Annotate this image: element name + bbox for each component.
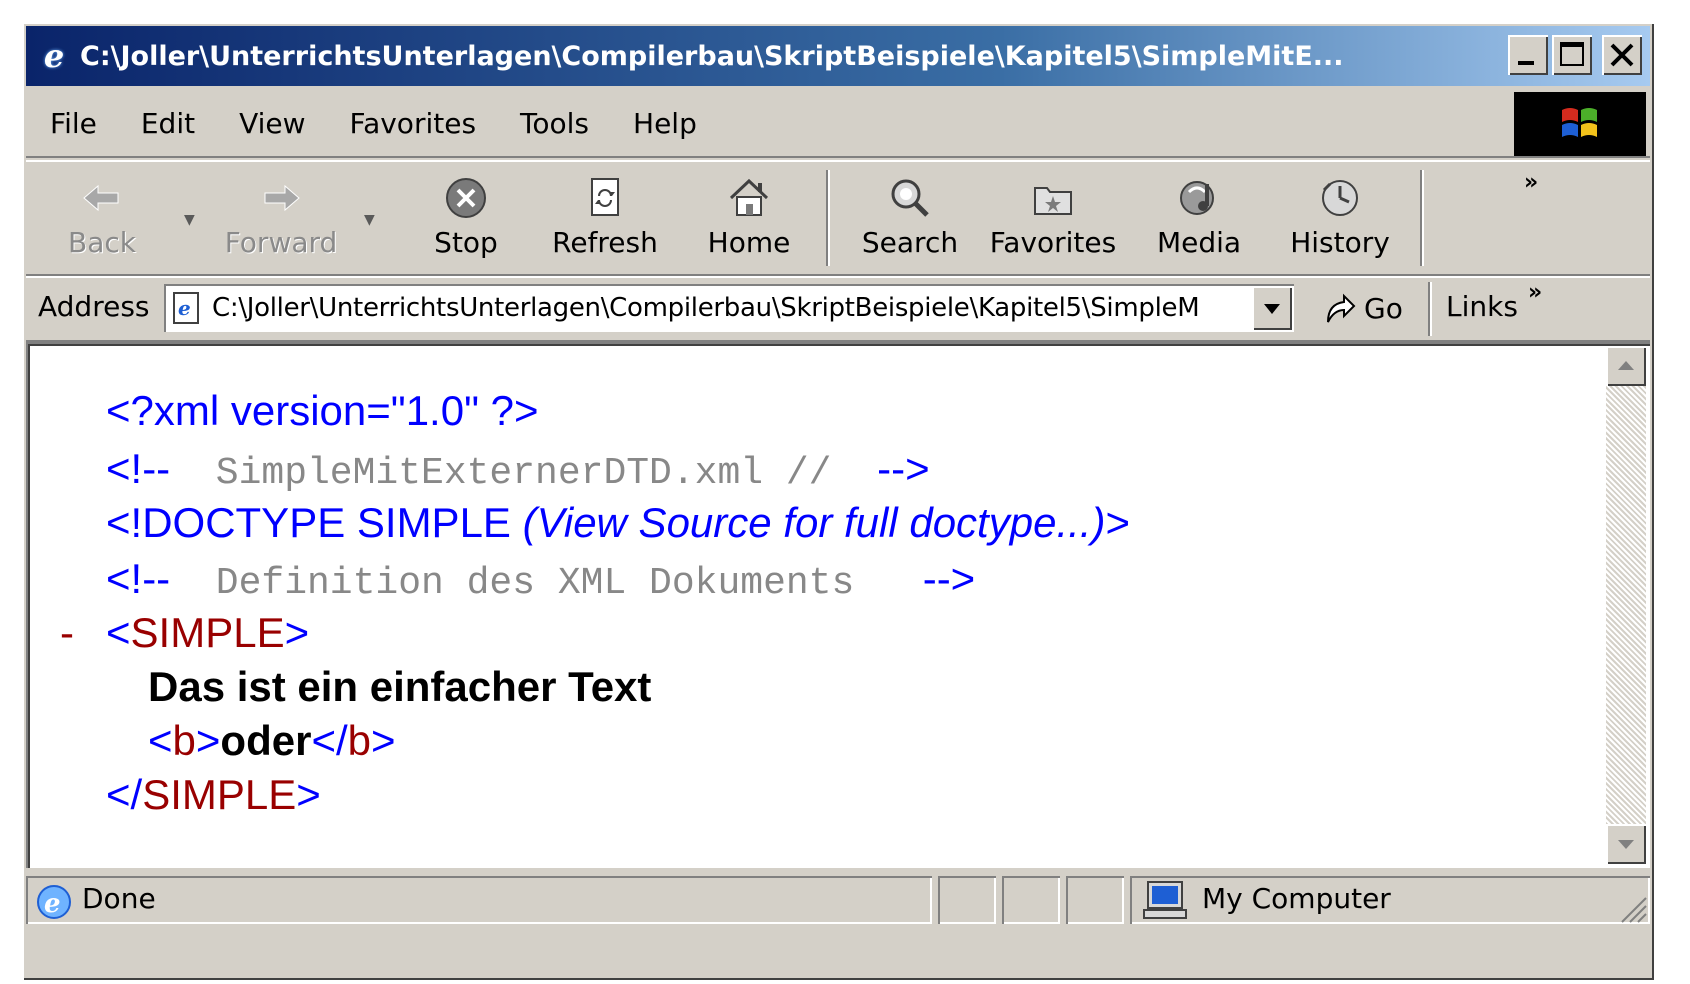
close-icon [1610, 43, 1634, 67]
maximize-icon [1560, 42, 1584, 66]
search-button[interactable]: Search [860, 174, 960, 270]
menu-view[interactable]: View [239, 107, 305, 140]
minimize-button[interactable] [1508, 35, 1548, 75]
refresh-icon [591, 178, 619, 216]
close-button[interactable] [1602, 35, 1642, 75]
stop-button[interactable]: Stop [426, 174, 506, 270]
forward-label: Forward [224, 226, 338, 259]
links-button[interactable]: Links [1446, 290, 1518, 323]
favorites-folder-icon [1034, 187, 1072, 215]
status-panel [1002, 876, 1060, 924]
status-panel [1066, 876, 1124, 924]
window-controls [1508, 35, 1642, 75]
zone-text: My Computer [1202, 882, 1391, 915]
status-panel [938, 876, 996, 924]
svg-text:e: e [178, 296, 191, 320]
links-more-chevron-icon[interactable]: » [1528, 280, 1542, 305]
stop-icon [446, 178, 486, 218]
menu-help[interactable]: Help [633, 107, 697, 140]
maximize-button[interactable] [1552, 35, 1592, 75]
menu-favorites[interactable]: Favorites [350, 107, 476, 140]
home-button[interactable]: Home [706, 174, 792, 270]
windows-logo-icon [1514, 92, 1646, 156]
title-bar[interactable]: e C:\Joller\UnterrichtsUnterlagen\Compil… [26, 26, 1650, 86]
xml-comment-filename: <!-- SimpleMitExternerDTD.xml // --> [106, 445, 930, 495]
resize-grip-icon[interactable] [1616, 892, 1648, 924]
stop-label: Stop [434, 226, 498, 259]
go-button[interactable]: Go [1322, 284, 1403, 332]
back-dropdown-icon[interactable]: ▼ [184, 212, 195, 228]
chevron-down-icon [1264, 304, 1280, 314]
ie-logo-icon: e [43, 37, 65, 75]
xml-comment-definition: <!-- Definition des XML Dokuments --> [106, 555, 976, 605]
page-content: <?xml version="1.0" ?> <!-- SimpleMitExt… [26, 342, 1650, 868]
home-icon [729, 178, 769, 216]
menu-edit[interactable]: Edit [141, 107, 195, 140]
scroll-down-button[interactable] [1606, 824, 1646, 864]
media-button[interactable]: Media [1154, 174, 1244, 270]
xml-doctype: <!DOCTYPE SIMPLE (View Source for full d… [106, 499, 1130, 546]
svg-text:e: e [44, 889, 61, 919]
refresh-button[interactable]: Refresh [550, 174, 660, 270]
xml-text-node: Das ist ein einfacher Text [148, 663, 652, 710]
favorites-button[interactable]: Favorites [988, 174, 1118, 270]
history-icon [1322, 180, 1358, 216]
vertical-scrollbar[interactable] [1606, 346, 1646, 864]
back-label: Back [68, 226, 136, 259]
address-label: Address [38, 290, 150, 323]
go-label: Go [1364, 291, 1403, 325]
status-text: Done [82, 882, 156, 915]
toolbar-more-chevron-icon[interactable]: » [1524, 170, 1538, 195]
history-button[interactable]: History [1288, 174, 1392, 270]
xml-collapse-toggle[interactable]: - [60, 608, 74, 657]
address-input[interactable]: e C:\Joller\UnterrichtsUnterlagen\Compil… [164, 284, 1294, 332]
menu-bar: File Edit View Favorites Tools Help [26, 90, 1650, 158]
back-button[interactable]: Back [62, 174, 142, 270]
browser-window: e C:\Joller\UnterrichtsUnterlagen\Compil… [22, 22, 1654, 980]
history-label: History [1290, 226, 1390, 259]
chevron-down-icon [1618, 840, 1634, 849]
window-title: C:\Joller\UnterrichtsUnterlagen\Compiler… [80, 40, 1344, 72]
search-label: Search [861, 226, 959, 259]
status-bar: e Done My Computer [26, 872, 1650, 928]
xml-simple-open-tag: <SIMPLE> [106, 609, 310, 656]
address-value: C:\Joller\UnterrichtsUnterlagen\Compiler… [212, 293, 1200, 323]
go-arrow-icon [1327, 293, 1356, 323]
media-icon [1180, 181, 1214, 215]
menu-file[interactable]: File [50, 107, 97, 140]
address-bar: Address e C:\Joller\UnterrichtsUnterlage… [26, 276, 1650, 342]
xml-simple-close-tag: </SIMPLE> [106, 771, 321, 818]
menu-tools[interactable]: Tools [520, 107, 589, 140]
status-panel-main [26, 876, 932, 924]
page-done-icon: e [37, 885, 71, 919]
forward-button[interactable]: Forward [222, 174, 340, 270]
toolbar-separator [1420, 170, 1422, 266]
my-computer-icon [1143, 881, 1187, 919]
address-dropdown-button[interactable] [1252, 286, 1292, 330]
toolbar-separator [826, 170, 828, 266]
search-icon [891, 179, 929, 217]
home-label: Home [707, 226, 791, 259]
page-icon: e [173, 292, 199, 324]
scroll-up-button[interactable] [1606, 346, 1646, 386]
media-label: Media [1156, 226, 1242, 259]
favorites-label: Favorites [989, 226, 1117, 259]
standard-toolbar: Back ▼ Forward ▼ Stop Refresh Home Searc… [26, 160, 1650, 276]
back-arrow-icon [83, 184, 119, 212]
xml-b-element: <b>oder</b> [148, 717, 396, 764]
address-separator [1428, 282, 1430, 336]
forward-dropdown-icon[interactable]: ▼ [364, 212, 375, 228]
chevron-up-icon [1618, 361, 1634, 370]
refresh-label: Refresh [552, 226, 658, 259]
forward-arrow-icon [264, 184, 300, 212]
minimize-icon [1518, 61, 1534, 65]
xml-declaration: <?xml version="1.0" ?> [106, 387, 539, 434]
